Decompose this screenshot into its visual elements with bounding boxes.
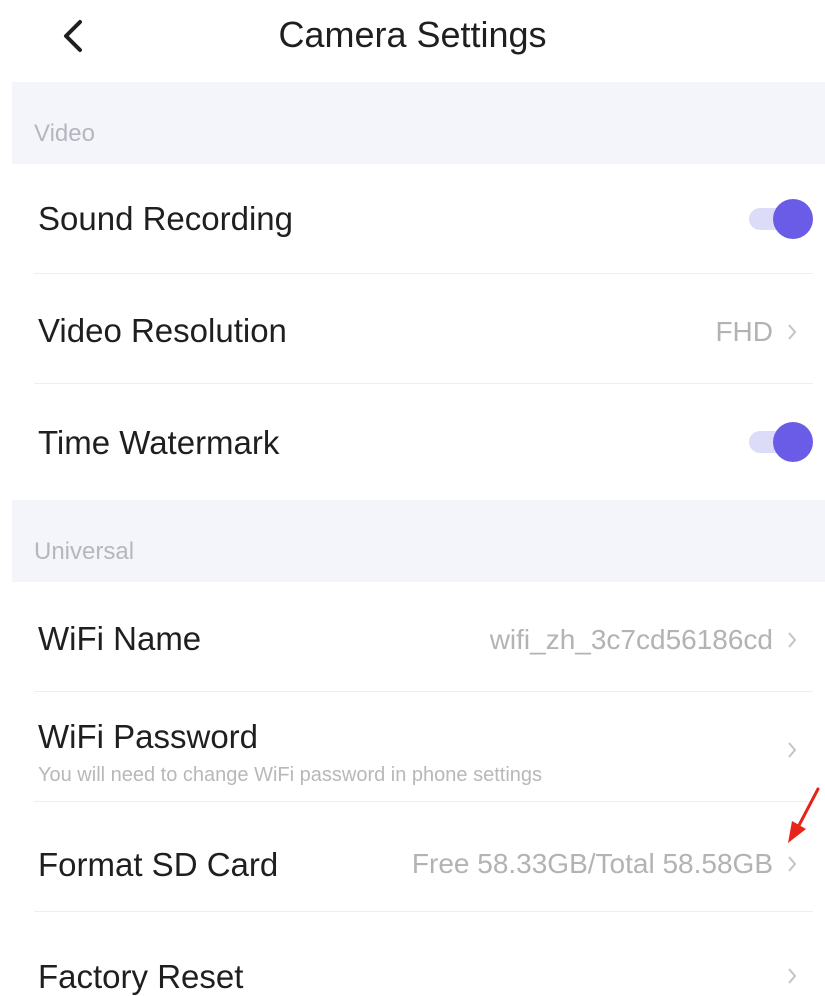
row-label: Video Resolution — [38, 312, 287, 349]
toggle-knob — [773, 422, 813, 462]
sound-recording-toggle[interactable] — [743, 197, 813, 241]
chevron-right-icon — [785, 740, 799, 760]
row-label: Format SD Card — [38, 846, 279, 883]
row-label: Sound Recording — [38, 200, 294, 237]
chevron-right-icon — [785, 630, 799, 650]
setting-row-video-resolution[interactable]: Video Resolution FHD — [12, 274, 825, 384]
setting-row-wifi-name[interactable]: WiFi Name wifi_zh_3c7cd56186cd — [12, 582, 825, 692]
setting-row-time-watermark[interactable]: Time Watermark — [12, 384, 825, 494]
row-subtitle: You will need to change WiFi password in… — [38, 764, 543, 786]
row-label: Factory Reset — [38, 958, 244, 995]
section-header-video: Video — [12, 82, 825, 164]
row-value: wifi_zh_3c7cd56186cd — [489, 624, 773, 655]
row-label: Time Watermark — [38, 424, 280, 461]
setting-row-factory-reset[interactable]: Factory Reset — [12, 918, 825, 995]
divider — [34, 911, 813, 912]
section-header-universal: Universal — [12, 500, 825, 582]
red-arrow-icon — [784, 785, 824, 845]
nav-header: Camera Settings — [0, 0, 825, 82]
time-watermark-toggle[interactable] — [743, 420, 813, 464]
section-title: Video — [34, 120, 95, 147]
row-label: WiFi Password — [38, 718, 259, 755]
setting-row-wifi-password[interactable]: WiFi Password You will need to change Wi… — [12, 692, 825, 802]
setting-row-sound-recording[interactable]: Sound Recording — [12, 164, 825, 274]
toggle-knob — [773, 199, 813, 239]
page-title: Camera Settings — [278, 14, 547, 55]
section-title: Universal — [34, 538, 135, 565]
row-label: WiFi Name — [38, 620, 202, 657]
row-value: Free 58.33GB/Total 58.58GB — [411, 848, 773, 879]
chevron-right-icon — [785, 854, 799, 874]
row-value: FHD — [715, 316, 773, 347]
chevron-right-icon — [785, 322, 799, 342]
chevron-right-icon — [785, 966, 799, 986]
setting-row-format-sd-card[interactable]: Format SD Card Free 58.33GB/Total 58.58G… — [12, 802, 825, 912]
